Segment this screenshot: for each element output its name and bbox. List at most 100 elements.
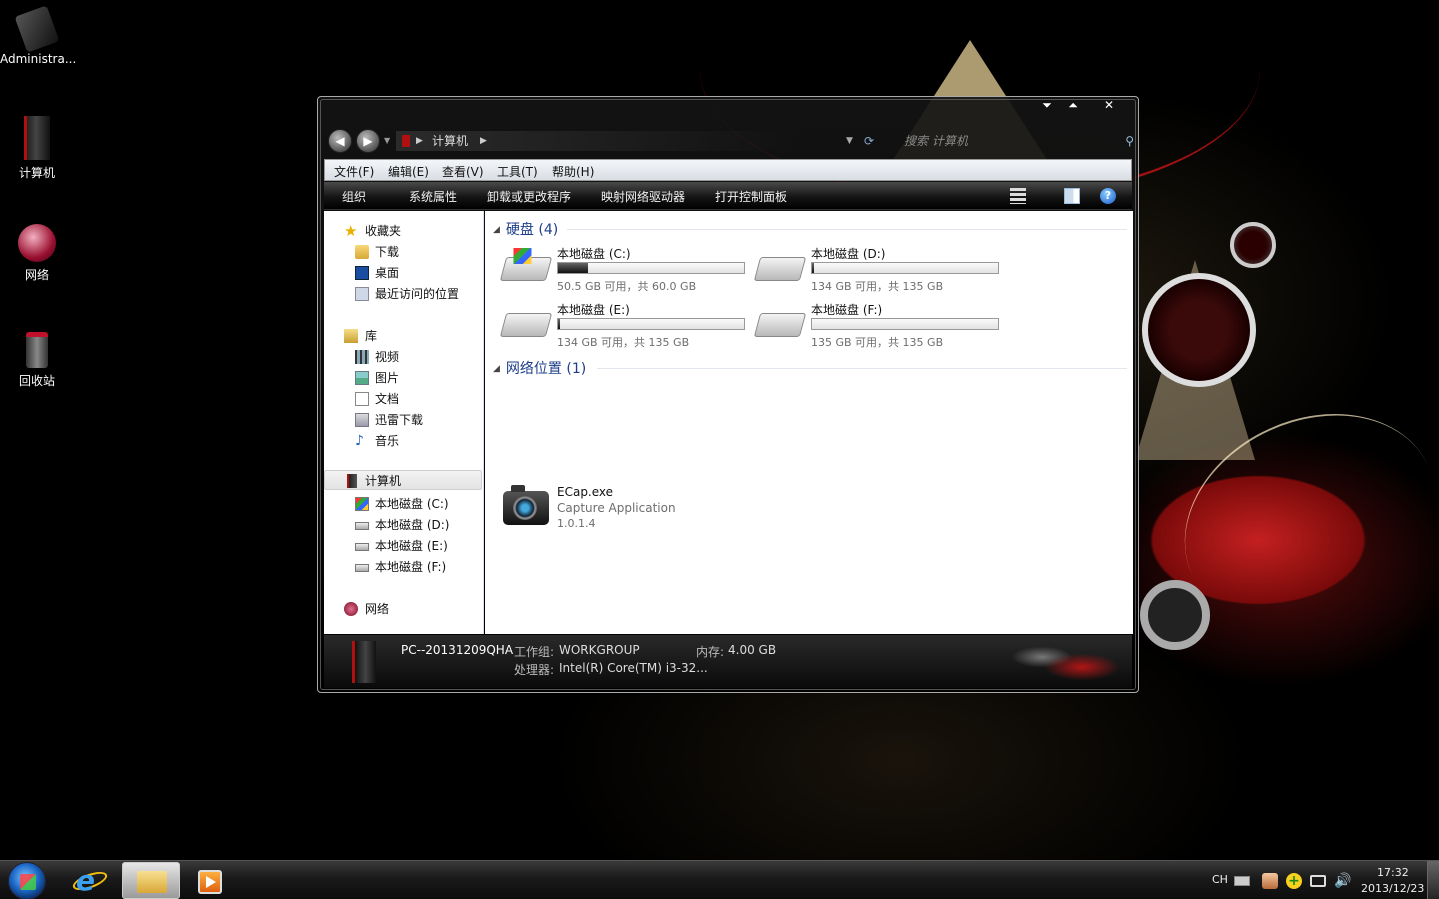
address-location[interactable]: 计算机 xyxy=(432,131,468,151)
search-input[interactable]: ▼ ⟳ 搜索 计算机 ⚲ xyxy=(846,131,1134,151)
change-view-icon[interactable] xyxy=(1010,188,1026,204)
drive-usage-fill xyxy=(812,263,814,273)
nav-item-recent-places[interactable]: 最近访问的位置 xyxy=(324,284,482,304)
keyboard-icon[interactable] xyxy=(1234,876,1250,886)
uninstall-program-button[interactable]: 卸载或更改程序 xyxy=(487,188,571,205)
network-item-ecap[interactable]: ECap.exe Capture Application 1.0.1.4 xyxy=(503,485,703,535)
address-bar[interactable]: ▶ 计算机 ▶ xyxy=(396,131,796,151)
recent-pages-dropdown[interactable]: ▼ xyxy=(384,136,390,145)
menu-edit[interactable]: 编辑(E) xyxy=(388,163,429,180)
nav-item-downloads[interactable]: 下载 xyxy=(324,242,482,262)
minimize-button[interactable]: ⏷ xyxy=(1034,97,1060,113)
nav-item-pictures[interactable]: 图片 xyxy=(324,368,482,388)
address-dropdown-icon[interactable]: ▼ xyxy=(846,131,853,151)
nav-network[interactable]: 网络 xyxy=(324,599,482,619)
nav-label: 库 xyxy=(365,329,378,343)
volume-icon[interactable]: 🔊 xyxy=(1334,873,1351,889)
drive-usage-bar xyxy=(557,318,745,330)
navigation-pane: ★ 收藏夹 下载 桌面 最近访问的位置 库 视频 图片 文档 迅雷下载 ♪ 音乐… xyxy=(324,211,484,634)
desktop-icon-network[interactable]: 网络 xyxy=(0,224,74,283)
menu-view[interactable]: 查看(V) xyxy=(442,163,484,180)
open-control-panel-button[interactable]: 打开控制面板 xyxy=(715,188,787,205)
clock-date[interactable]: 2013/12/23 xyxy=(1361,882,1424,895)
drive-free-space: 135 GB 可用，共 135 GB xyxy=(811,336,944,349)
hard-drive-icon xyxy=(355,543,369,551)
chevron-right-icon[interactable]: ▶ xyxy=(416,131,423,151)
drive-tile-c[interactable]: 本地磁盘 (C:) 50.5 GB 可用，共 60.0 GB xyxy=(499,245,753,295)
preview-pane-icon[interactable] xyxy=(1064,188,1080,204)
nav-label: 网络 xyxy=(365,602,390,616)
system-drive-icon xyxy=(355,497,369,511)
group-heading-text: 网络位置 (1) xyxy=(505,361,587,377)
desktop-icon-user-folder[interactable]: Administra... xyxy=(0,5,76,66)
drive-tile-e[interactable]: 本地磁盘 (E:) 134 GB 可用，共 135 GB xyxy=(499,301,753,351)
taskbar-media-player[interactable] xyxy=(182,862,240,899)
map-network-drive-button[interactable]: 映射网络驱动器 xyxy=(601,188,685,205)
plus-app-icon[interactable]: + xyxy=(1286,873,1302,889)
forward-button[interactable]: ▶ xyxy=(356,129,380,153)
input-method-icon[interactable] xyxy=(1262,873,1278,889)
drive-free-space: 134 GB 可用，共 135 GB xyxy=(557,336,690,349)
internet-explorer-icon: e xyxy=(76,864,95,897)
computer-icon xyxy=(24,116,50,160)
library-folder-icon xyxy=(344,329,358,343)
menu-help[interactable]: 帮助(H) xyxy=(552,163,594,180)
hard-drive-icon xyxy=(355,522,369,530)
taskbar-windows-explorer[interactable] xyxy=(122,862,180,899)
nav-label: 桌面 xyxy=(375,266,400,280)
chevron-right-icon[interactable]: ▶ xyxy=(480,131,487,151)
nav-label: 本地磁盘 (C:) xyxy=(375,497,449,511)
language-indicator[interactable]: CH xyxy=(1212,873,1228,886)
menu-tools[interactable]: 工具(T) xyxy=(497,163,538,180)
nav-item-videos[interactable]: 视频 xyxy=(324,347,482,367)
nav-item-drive-d[interactable]: 本地磁盘 (D:) xyxy=(324,515,482,535)
nav-libraries[interactable]: 库 xyxy=(324,326,482,346)
system-properties-button[interactable]: 系统属性 xyxy=(409,188,457,205)
maximize-button[interactable]: ⏶ xyxy=(1060,97,1086,113)
content-pane: ◢ 硬盘 (4) 本地磁盘 (C:) 50.5 GB 可用，共 60.0 GB 本… xyxy=(485,211,1133,634)
show-desktop-button[interactable] xyxy=(1427,861,1439,899)
drive-name: 本地磁盘 (C:) xyxy=(557,247,631,261)
desktop-icon-recycle-bin[interactable]: 回收站 xyxy=(0,332,74,389)
car-decoration-image xyxy=(982,635,1132,688)
nav-item-documents[interactable]: 文档 xyxy=(324,389,482,409)
computer-icon xyxy=(347,474,357,488)
group-header-hard-disks[interactable]: ◢ 硬盘 (4) xyxy=(493,219,558,239)
memory-label: 内存: xyxy=(696,645,725,659)
group-header-network-locations[interactable]: ◢ 网络位置 (1) xyxy=(493,358,586,378)
close-button[interactable]: ✕ xyxy=(1096,97,1122,113)
drive-name: 本地磁盘 (D:) xyxy=(811,247,886,261)
nav-item-music[interactable]: ♪ 音乐 xyxy=(324,431,482,451)
drive-tile-f[interactable]: 本地磁盘 (F:) 135 GB 可用，共 135 GB xyxy=(753,301,1007,351)
refresh-icon[interactable]: ⟳ xyxy=(864,131,874,151)
nav-label: 计算机 xyxy=(365,474,402,488)
start-button[interactable] xyxy=(8,862,46,899)
nav-label: 文档 xyxy=(375,392,400,406)
clock-time[interactable]: 17:32 xyxy=(1377,866,1409,879)
desktop-icon-computer[interactable]: 计算机 xyxy=(0,116,74,181)
nav-item-desktop[interactable]: 桌面 xyxy=(324,263,482,283)
nav-item-drive-e[interactable]: 本地磁盘 (E:) xyxy=(324,536,482,556)
camera-icon xyxy=(503,485,549,525)
organize-button[interactable]: 组织 xyxy=(342,188,366,205)
drive-free-space: 50.5 GB 可用，共 60.0 GB xyxy=(557,280,697,293)
nav-computer[interactable]: 计算机 xyxy=(324,470,482,490)
drive-tile-d[interactable]: 本地磁盘 (D:) 134 GB 可用，共 135 GB xyxy=(753,245,1007,295)
menu-file[interactable]: 文件(F) xyxy=(334,163,374,180)
nav-label: 图片 xyxy=(375,371,400,385)
nav-label: 本地磁盘 (D:) xyxy=(375,518,450,532)
nav-favorites[interactable]: ★ 收藏夹 xyxy=(324,221,482,241)
help-icon[interactable]: ? xyxy=(1100,188,1116,204)
network-status-icon[interactable] xyxy=(1310,875,1326,887)
desktop-icon-label: 计算机 xyxy=(18,166,55,180)
search-icon[interactable]: ⚲ xyxy=(1125,131,1134,151)
nav-item-drive-c[interactable]: 本地磁盘 (C:) xyxy=(324,494,482,514)
desktop-icon xyxy=(355,266,369,280)
recent-places-icon xyxy=(355,287,369,301)
taskbar-internet-explorer[interactable]: e xyxy=(60,862,118,899)
wallpaper-small-gauge xyxy=(1230,222,1276,268)
back-button[interactable]: ◀ xyxy=(328,129,352,153)
nav-item-thunder-downloads[interactable]: 迅雷下载 xyxy=(324,410,482,430)
nav-item-drive-f[interactable]: 本地磁盘 (F:) xyxy=(324,557,482,577)
nav-label: 收藏夹 xyxy=(365,224,402,238)
